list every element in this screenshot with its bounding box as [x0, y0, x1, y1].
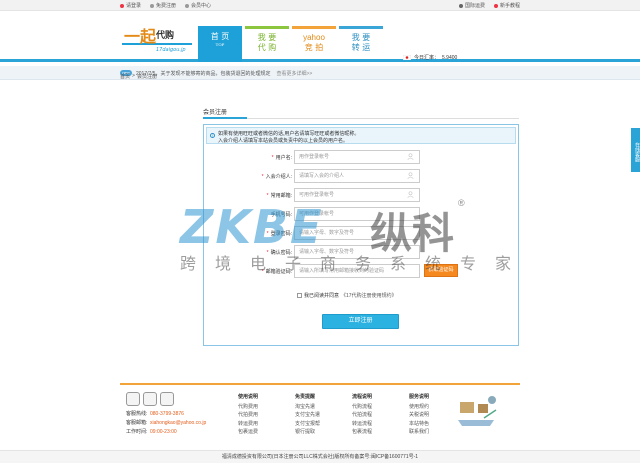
referrer-input[interactable]: 请填写入会的介绍人 — [294, 169, 420, 183]
japan-flag-icon — [403, 55, 411, 60]
phone-icon — [126, 392, 140, 406]
footer-link[interactable]: 关税说明 — [409, 411, 429, 420]
breadcrumb-home[interactable]: 首页 — [120, 73, 130, 80]
globe-icon — [458, 3, 463, 8]
footer-col-process: 流程说明 代购流程 代拍流程 转运流程 包裹流程 — [352, 394, 373, 437]
breadcrumb-current: 会员注册 — [136, 74, 157, 80]
user-icon — [407, 153, 414, 160]
required-mark: * — [266, 250, 269, 256]
shipping-illustration — [458, 396, 497, 426]
footer-link[interactable]: 代购费用 — [238, 403, 258, 412]
footer-link[interactable]: 包裹流程 — [352, 428, 372, 437]
footer-link[interactable]: 代拍费用 — [238, 411, 258, 420]
send-code-button[interactable]: 获取验证码 — [424, 264, 458, 277]
register-link[interactable]: 免费注册 — [150, 2, 176, 9]
mail-icon — [143, 392, 157, 406]
user-icon — [407, 172, 414, 179]
footer-link[interactable]: 使用规约 — [409, 403, 429, 412]
confirm-password-input[interactable]: 请输入字母、数字及符号 — [294, 245, 420, 259]
footer-link[interactable]: 支付宝先遣 — [295, 411, 320, 420]
tab-home[interactable]: 首 页 TOP — [198, 26, 242, 62]
username-input[interactable]: 用作登录帐号 — [294, 150, 420, 164]
agreement: 我已阅读并同意 《17代购注册使用规约》 — [297, 292, 397, 299]
field-password: * 登录密码: 请输入字母、数字及符号 — [230, 226, 430, 240]
email-code-input[interactable]: 请输入所填写常用邮箱接收到的验证码 — [294, 264, 420, 278]
footer-contact-icons — [126, 392, 174, 406]
field-phone: 手机号码: 可用作登录帐号 — [230, 207, 430, 221]
svg-text:代购: 代购 — [155, 29, 174, 41]
svg-text:一起: 一起 — [124, 27, 157, 46]
field-email-code: * 邮箱验证码: 请输入所填写常用邮箱接收到的验证码 — [230, 264, 430, 278]
footer-link[interactable]: 代购流程 — [352, 403, 372, 412]
required-mark: * — [261, 269, 264, 275]
site-logo[interactable]: 一起 代购 17daigou.jp — [120, 24, 194, 56]
exchange-rate: 今日汇率： 5.9400 — [403, 54, 457, 61]
phone-input[interactable]: 可用作登录帐号 — [294, 207, 420, 221]
site-header: 一起 代购 17daigou.jp 首 页 TOP 我 要代 购 yahoo 竞 拍… — [0, 12, 640, 62]
footer-link[interactable]: 支付宝报帮 — [295, 420, 320, 429]
field-referrer: * 入会介绍人: 请填写入会的介绍人 — [230, 169, 430, 183]
heart-icon — [493, 3, 498, 8]
footer-divider — [120, 383, 520, 385]
tab-yahoo-auction[interactable]: yahoo 竞 拍 — [292, 26, 336, 62]
guide-link[interactable]: 新手教程 — [493, 2, 520, 9]
hint-line-2: 入会介绍人请填写本站会员或负责中的以上会员的用户名。 — [218, 138, 349, 144]
password-input[interactable]: 请输入字母、数字及符号 — [294, 226, 420, 240]
user-icon — [407, 191, 414, 198]
footer-link[interactable]: 转运费用 — [238, 420, 258, 429]
field-email: * 常用邮箱: 可用作登录帐号 — [230, 188, 430, 202]
terms-link[interactable]: 《17代购注册使用规约》 — [341, 292, 397, 299]
footer-link[interactable]: 银行提取 — [295, 428, 320, 437]
footer-contact: 客服热线: 080-3799-3876 客服邮箱: xiahongkao@yahoo… — [126, 411, 207, 435]
footer-col-disclaimer: 免责提醒 淘宝先遣 支付宝先遣 支付宝报帮 银行提取 — [295, 394, 321, 437]
agree-label: 我已阅读并同意 — [304, 293, 340, 299]
breadcrumb-sep: > — [132, 73, 135, 79]
footer-col-usage: 使用说明 代购费用 代拍费用 转运费用 包裹运费 — [238, 394, 259, 437]
footer-link[interactable]: 本站特色 — [409, 420, 429, 429]
login-link[interactable]: 请登录 — [120, 2, 141, 9]
member-icon — [185, 3, 190, 8]
required-mark: * — [271, 155, 274, 161]
hint-box: ! 如果有使用旺旺或者微信的话,用户名请填写旺旺或者微信昵称。 入会介绍人请填写… — [206, 127, 516, 144]
footer-link[interactable]: 包裹运费 — [238, 428, 258, 437]
notice-more-link[interactable]: 查看更多详细>> — [276, 71, 312, 77]
tab-forwarding[interactable]: 我 要转 运 — [339, 26, 383, 62]
service-icon — [160, 392, 174, 406]
email-input[interactable]: 可用作登录帐号 — [294, 188, 420, 202]
home-icon — [120, 3, 124, 8]
required-mark: * — [266, 231, 269, 237]
footer-link[interactable]: 联系我们 — [409, 428, 429, 437]
agree-checkbox[interactable] — [297, 293, 302, 298]
info-icon: ! — [210, 133, 215, 138]
footer-link[interactable]: 代拍流程 — [352, 411, 372, 420]
register-submit-button[interactable]: 立即注册 — [322, 314, 399, 329]
divider — [203, 118, 519, 119]
footer-link[interactable]: 转运流程 — [352, 420, 372, 429]
field-username: * 用户名: 用作登录帐号 — [230, 150, 430, 164]
hint-line-1: 如果有使用旺旺或者微信的话,用户名请填写旺旺或者微信昵称。 — [218, 131, 360, 137]
copyright: 福清成德投资有限公司(日本注册公司LLC株式会社)版权所有备案号:闽ICP备16… — [0, 450, 640, 463]
intl-shipping-link[interactable]: 国际运费 — [458, 2, 485, 9]
notice-bar: new 2017/7/5，关于发现不能够寄的商品，包装货退回的处理规定 查看更多详… — [0, 66, 640, 80]
member-center-link[interactable]: 会员中心 — [185, 2, 211, 9]
field-confirm-password: * 确认密码: 请输入字母、数字及符号 — [230, 245, 430, 259]
tab-daigou[interactable]: 我 要代 购 — [245, 26, 289, 62]
footer-link[interactable]: 淘宝先遣 — [295, 403, 320, 412]
title-underline — [203, 117, 247, 119]
footer-col-service: 服务说明 使用规约 关税说明 本站特色 联系我们 — [409, 394, 430, 437]
breadcrumb: 首页 > 会员注册 — [120, 73, 157, 80]
required-mark: * — [261, 174, 264, 180]
required-mark: * — [266, 193, 269, 199]
main-nav: 首 页 TOP 我 要代 购 yahoo 竞 拍 我 要转 运 — [198, 26, 383, 62]
online-service-float[interactable]: 在线客服 — [631, 128, 640, 172]
svg-text:17daigou.jp: 17daigou.jp — [156, 47, 186, 53]
user-icon — [150, 3, 155, 8]
page-title: 会员注册 — [203, 110, 228, 116]
top-utility-bar: 请登录 免费注册 会员中心 国际运费 新手教程 — [0, 0, 640, 11]
